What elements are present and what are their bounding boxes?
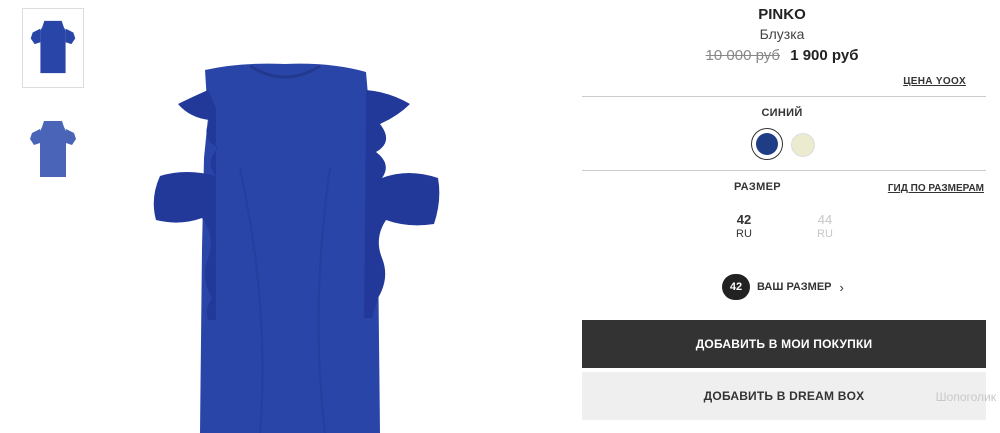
divider (582, 96, 986, 97)
blue-swatch-dot (756, 133, 778, 155)
thumbnail-front[interactable] (22, 8, 84, 88)
price-block: 10 000 руб 1 900 руб (582, 47, 982, 64)
add-to-cart-button[interactable]: ДОБАВИТЬ В МОИ ПОКУПКИ (582, 320, 986, 368)
size-option-42[interactable]: 42 RU (729, 212, 759, 240)
yoox-price-link[interactable]: ЦЕНА YOOX (903, 76, 966, 87)
selected-color-label: СИНИЙ (761, 107, 803, 119)
color-swatch-blue[interactable] (751, 128, 783, 160)
size-option-44[interactable]: 44 RU (810, 212, 840, 240)
divider (582, 170, 986, 171)
size-title: РАЗМЕР (734, 181, 781, 193)
blouse-thumbnail-image (30, 20, 76, 74)
old-price: 10 000 руб (705, 47, 781, 64)
product-main-image (120, 48, 450, 433)
brand-name[interactable]: PINKO (582, 6, 982, 23)
color-swatch-cream[interactable] (791, 133, 815, 157)
sale-price: 1 900 руб (790, 47, 859, 64)
size-guide-link[interactable]: ГИД ПО РАЗМЕРАМ (888, 183, 984, 194)
your-size-badge: 42 (722, 274, 750, 300)
chevron-right-icon: › (839, 279, 844, 295)
watermark: Шопоголик (935, 390, 996, 404)
blouse-back-thumbnail-image (30, 121, 76, 177)
thumbnail-back[interactable] (22, 107, 84, 187)
size-region: RU (817, 228, 833, 240)
size-number: 42 (736, 212, 752, 227)
size-number: 44 (817, 212, 833, 227)
your-size-label: ВАШ РАЗМЕР (757, 281, 832, 293)
size-region: RU (736, 228, 752, 240)
product-type: Блузка (759, 26, 805, 42)
add-to-dream-box-button[interactable]: ДОБАВИТЬ В DREAM BOX (582, 372, 986, 420)
product-panel: PINKO Блузка 10 000 руб 1 900 руб ЦЕНА Y… (582, 0, 1000, 433)
your-size-button[interactable]: 42 ВАШ РАЗМЕР › (722, 274, 844, 300)
